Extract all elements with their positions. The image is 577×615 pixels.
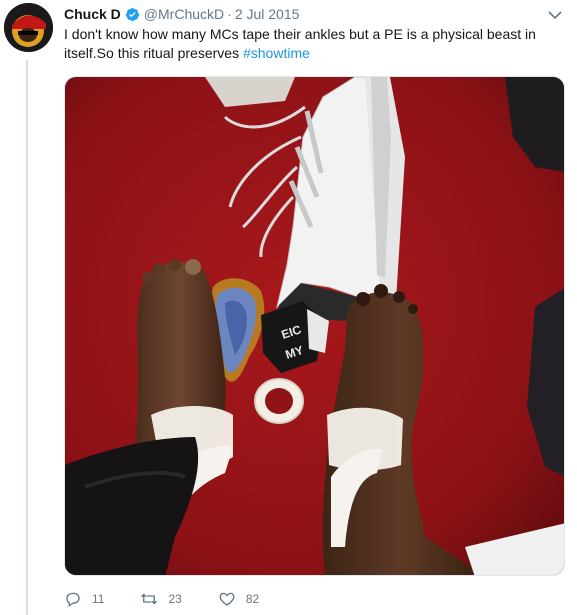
reply-button[interactable]: 11 xyxy=(64,590,104,608)
thread-line xyxy=(26,60,28,615)
retweet-icon xyxy=(141,593,158,605)
like-icon xyxy=(219,592,235,606)
avatar-image xyxy=(4,3,53,52)
author-name[interactable]: Chuck D xyxy=(64,6,121,22)
retweet-count: 23 xyxy=(168,592,182,606)
separator-dot: · xyxy=(227,6,232,22)
like-button[interactable]: 82 xyxy=(218,590,259,608)
retweet-button[interactable]: 23 xyxy=(140,590,182,608)
tweet-photo[interactable]: EIC MY xyxy=(64,76,565,576)
tweet-date[interactable]: 2 Jul 2015 xyxy=(235,6,300,22)
avatar[interactable] xyxy=(4,3,53,52)
photo-feet-taped-ankles: EIC MY xyxy=(65,77,564,575)
reply-count: 11 xyxy=(92,592,105,606)
tweet-text: I don't know how many MCs tape their ank… xyxy=(64,25,564,63)
author-handle[interactable]: @MrChuckD xyxy=(144,6,224,22)
tweet-header: Chuck D @MrChuckD · 2 Jul 2015 xyxy=(64,4,299,24)
tweet-actions: 11 23 82 xyxy=(64,590,295,608)
verified-badge-icon xyxy=(125,7,140,22)
reply-icon xyxy=(66,592,80,608)
chevron-down-icon[interactable] xyxy=(547,8,563,20)
hashtag-link[interactable]: #showtime xyxy=(243,45,310,61)
like-count: 82 xyxy=(245,592,260,606)
